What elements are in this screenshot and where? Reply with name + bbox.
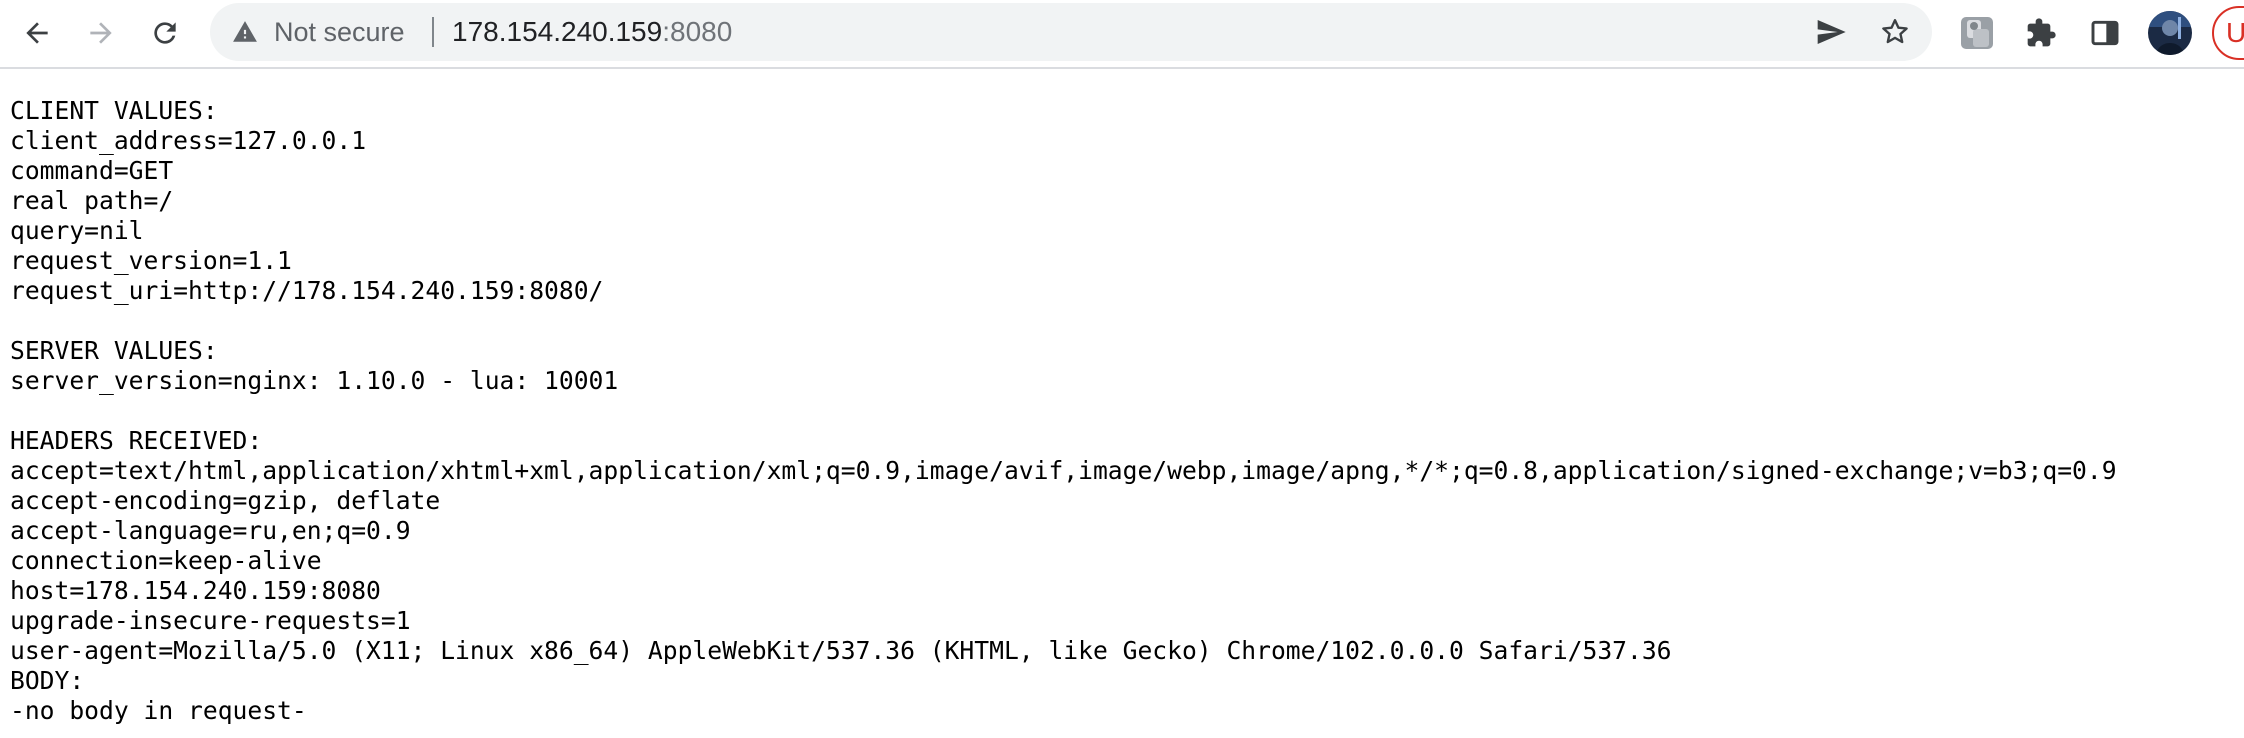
line-accept-language: accept-language=ru,en;q=0.9 [10,516,411,545]
line-body-heading: BODY: [10,666,85,695]
security-indicator[interactable]: Not secure [232,3,405,61]
omnibox-divider [432,17,434,47]
send-button[interactable] [1808,9,1854,55]
line-client-address: client_address=127.0.0.1 [10,126,367,155]
line-headers-heading: HEADERS RECEIVED: [10,426,263,455]
avatar[interactable] [2148,11,2192,55]
line-request-uri: request_uri=http://178.154.240.159:8080/ [10,276,604,305]
line-accept-encoding: accept-encoding=gzip, deflate [10,486,441,515]
send-icon [1817,20,1846,44]
browser-toolbar: Not secure 178.154.240.159:8080 U [0,0,2244,69]
arrow-right-icon [90,22,112,44]
address-bar[interactable]: Not secure 178.154.240.159:8080 [210,3,1932,61]
line-no-body: -no body in request- [10,696,307,725]
line-host: host=178.154.240.159:8080 [10,576,381,605]
reload-button[interactable] [142,10,188,56]
bookmark-button[interactable] [1872,9,1918,55]
warning-triangle-icon [233,21,257,42]
back-button[interactable] [14,10,60,56]
line-server-values-heading: SERVER VALUES: [10,336,218,365]
reload-icon [154,22,176,44]
extension-app-button[interactable] [1952,8,2002,58]
grey-extension-icon [1961,17,1993,49]
line-user-agent: user-agent=Mozilla/5.0 (X11; Linux x86_6… [10,636,1672,665]
line-query: query=nil [10,216,144,245]
arrow-left-icon [26,22,48,44]
security-label: Not secure [274,16,405,47]
side-panel-button[interactable] [2080,8,2130,58]
profile-image [2148,11,2192,55]
side-panel-icon [2091,20,2119,46]
line-connection: connection=keep-alive [10,546,322,575]
extensions-button[interactable] [2016,8,2066,58]
line-command: command=GET [10,156,174,185]
line-server-version: server_version=nginx: 1.10.0 - lua: 1000… [10,366,619,395]
line-real-path: real path=/ [10,186,174,215]
url-host: 178.154.240.159 [452,16,663,47]
puzzle-icon [2027,18,2056,47]
line-request-version: request_version=1.1 [10,246,292,275]
star-icon [1882,19,1908,44]
line-accept: accept=text/html,application/xhtml+xml,a… [10,456,2117,485]
url-text[interactable]: 178.154.240.159:8080 [452,3,732,61]
page-content: CLIENT VALUES: client_address=127.0.0.1 co… [10,96,2244,726]
line-upgrade-insecure-requests: upgrade-insecure-requests=1 [10,606,411,635]
update-button[interactable]: U [2212,6,2244,60]
line-client-values-heading: CLIENT VALUES: [10,96,218,125]
url-port: :8080 [662,16,733,47]
forward-button[interactable] [78,10,124,56]
